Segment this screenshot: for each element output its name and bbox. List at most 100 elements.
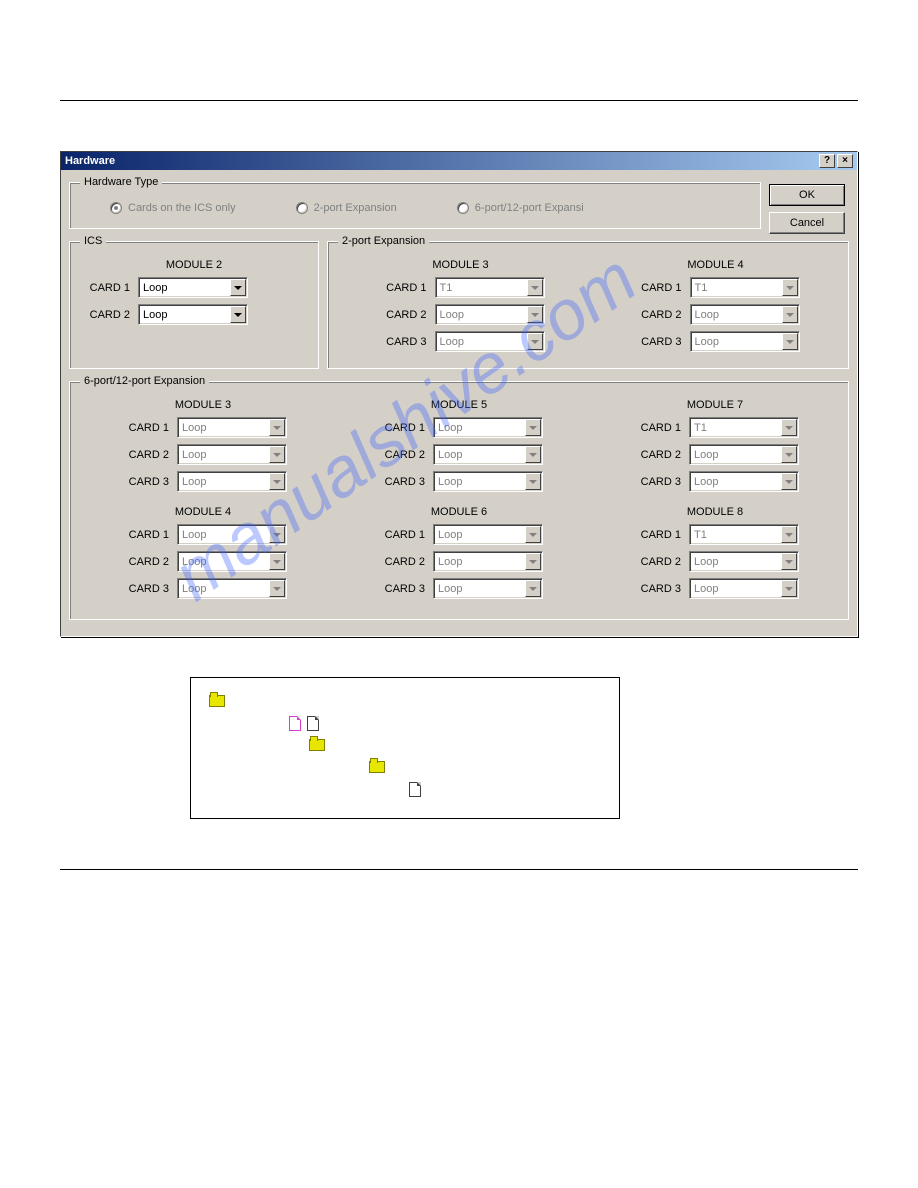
chevron-down-icon <box>781 580 797 597</box>
card-select-value: Loop <box>440 336 464 348</box>
card-row: CARD 1T1 <box>631 417 799 438</box>
module-column: MODULE 3CARD 1T1CARD 2LoopCARD 3Loop <box>377 255 545 358</box>
card-label: CARD 3 <box>375 476 425 488</box>
module-header: MODULE 3 <box>119 395 287 417</box>
card-select: T1 <box>689 417 799 438</box>
card-select-value: Loop <box>694 583 718 595</box>
hardware-type-radio[interactable]: 2-port Expansion <box>296 202 397 214</box>
card-select-value: Loop <box>440 309 464 321</box>
card-label: CARD 2 <box>375 556 425 568</box>
radio-label: 2-port Expansion <box>314 202 397 214</box>
dialog-title: Hardware <box>65 155 817 167</box>
card-label: CARD 2 <box>631 449 681 461</box>
module-column: MODULE 4CARD 1T1CARD 2LoopCARD 3Loop <box>632 255 800 358</box>
card-row: CARD 3 Loop <box>631 471 799 492</box>
ics-legend: ICS <box>80 235 106 247</box>
chevron-down-icon <box>269 419 285 436</box>
chevron-down-icon <box>269 580 285 597</box>
card-row: CARD 3 Loop <box>375 471 543 492</box>
card-label: CARD 2 <box>632 309 682 321</box>
card-row: CARD 1 Loop <box>119 417 287 438</box>
card-select-value: Loop <box>438 449 462 461</box>
card-row: CARD 1Loop <box>375 524 543 545</box>
card-label: CARD 2 <box>119 449 169 461</box>
card-select: Loop <box>433 551 543 572</box>
chevron-down-icon <box>269 526 285 543</box>
card-select-value: Loop <box>438 556 462 568</box>
card-row: CARD 3 Loop <box>631 578 799 599</box>
card-select-value: T1 <box>694 422 707 434</box>
card-row: CARD 1 T1 <box>631 524 799 545</box>
folder-icon <box>309 739 325 751</box>
chevron-down-icon <box>525 446 541 463</box>
card-select: Loop <box>177 471 287 492</box>
card-row: CARD 2Loop <box>631 551 799 572</box>
card-label: CARD 2 <box>631 556 681 568</box>
card-select: Loop <box>177 578 287 599</box>
hardware-type-legend: Hardware Type <box>80 176 162 188</box>
chevron-down-icon <box>269 446 285 463</box>
ok-button[interactable]: OK <box>769 184 845 206</box>
card-row: CARD 3 Loop <box>377 331 545 352</box>
card-select: T1 <box>690 277 800 298</box>
hardware-type-radio[interactable]: 6-port/12-port Expansi <box>457 202 584 214</box>
close-icon[interactable]: × <box>837 154 853 168</box>
card-select[interactable]: Loop <box>138 304 248 325</box>
card-select-value: T1 <box>440 282 453 294</box>
radio-label: Cards on the ICS only <box>128 202 236 214</box>
card-label: CARD 3 <box>631 583 681 595</box>
card-select: Loop <box>177 444 287 465</box>
module-header: MODULE 3 <box>377 255 545 277</box>
chevron-down-icon <box>781 419 797 436</box>
chevron-down-icon <box>525 580 541 597</box>
card-select-value: T1 <box>694 529 707 541</box>
card-label: CARD 3 <box>377 336 427 348</box>
chevron-down-icon <box>781 526 797 543</box>
chevron-down-icon <box>525 553 541 570</box>
cancel-button[interactable]: Cancel <box>769 212 845 234</box>
chevron-down-icon <box>527 306 543 323</box>
chevron-down-icon <box>269 473 285 490</box>
card-label: CARD 2 <box>375 449 425 461</box>
hardware-type-radio[interactable]: Cards on the ICS only <box>110 202 236 214</box>
chevron-down-icon <box>525 473 541 490</box>
card-select: Loop <box>435 304 545 325</box>
card-select: Loop <box>433 444 543 465</box>
chevron-down-icon <box>230 306 246 323</box>
help-icon[interactable]: ? <box>819 154 835 168</box>
radio-icon <box>110 202 122 214</box>
six-port-group: 6-port/12-port Expansion MODULE 3CARD 1L… <box>69 375 849 620</box>
card-select-value: Loop <box>182 583 206 595</box>
card-select: Loop <box>690 331 800 352</box>
card-select[interactable]: Loop <box>138 277 248 298</box>
card-row: CARD 2Loop <box>119 551 287 572</box>
card-label: CARD 1 <box>377 282 427 294</box>
chevron-down-icon <box>781 446 797 463</box>
card-select: Loop <box>690 304 800 325</box>
radio-icon <box>296 202 308 214</box>
radio-icon <box>457 202 469 214</box>
card-select-value: Loop <box>182 422 206 434</box>
card-label: CARD 3 <box>631 476 681 488</box>
card-label: CARD 1 <box>631 529 681 541</box>
card-select: Loop <box>433 524 543 545</box>
card-select-value: Loop <box>182 529 206 541</box>
card-row: CARD 1Loop <box>375 417 543 438</box>
card-select-value: Loop <box>438 476 462 488</box>
card-select-value: Loop <box>438 529 462 541</box>
chevron-down-icon <box>525 526 541 543</box>
chevron-down-icon <box>781 553 797 570</box>
card-label: CARD 1 <box>119 422 169 434</box>
card-select: Loop <box>177 551 287 572</box>
card-select-value: Loop <box>694 476 718 488</box>
card-select: Loop <box>177 524 287 545</box>
chevron-down-icon <box>527 279 543 296</box>
card-select: Loop <box>689 444 799 465</box>
card-row: CARD 2 Loop <box>119 444 287 465</box>
card-select-value: Loop <box>438 422 462 434</box>
card-row: CARD 2 Loop <box>80 304 308 325</box>
card-select-value: T1 <box>695 282 708 294</box>
chevron-down-icon <box>782 333 798 350</box>
module-column: MODULE 7CARD 1T1CARD 2LoopCARD 3LoopMODU… <box>631 395 799 609</box>
card-label: CARD 2 <box>80 309 130 321</box>
